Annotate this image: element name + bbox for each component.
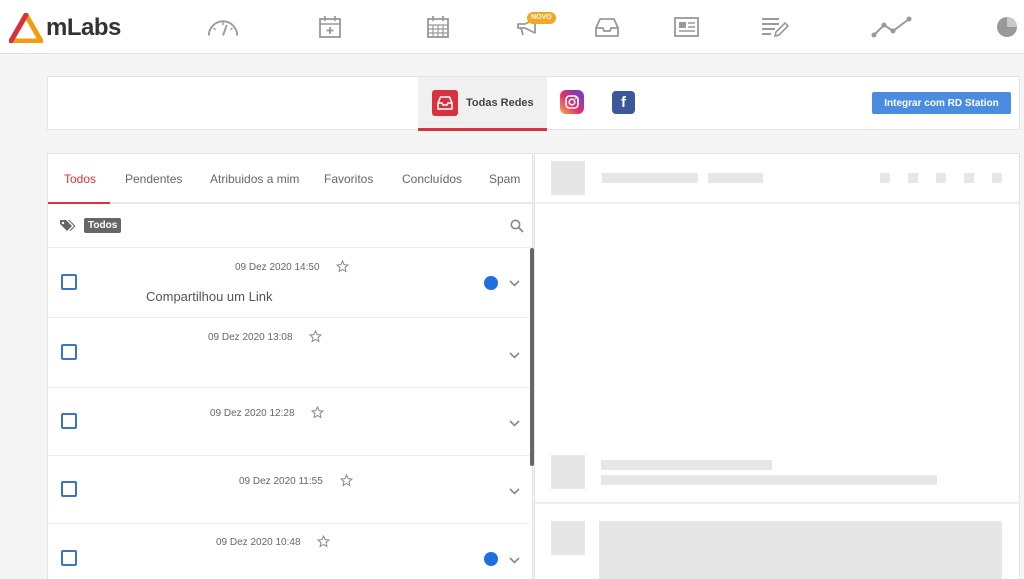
row-timestamp: 09 Dez 2020 13:08 [208,332,293,343]
star-icon[interactable] [311,406,324,419]
unread-indicator [484,276,498,290]
inbox-tabs: Todos Pendentes Atribuidos a mim Favorit… [48,154,534,204]
skeleton-avatar [551,455,585,489]
row-checkbox[interactable] [61,274,77,290]
notes-edit-icon[interactable] [757,12,791,42]
skeleton-action [936,173,946,183]
inbox-list-panel: Todos Pendentes Atribuidos a mim Favorit… [47,153,534,579]
chevron-down-icon[interactable] [509,557,520,564]
skeleton-line [602,173,698,183]
dashboard-gauge-icon[interactable] [206,12,240,42]
novo-badge: NOVO [527,12,556,24]
chevron-down-icon[interactable] [509,352,520,359]
star-icon[interactable] [336,260,349,273]
tab-pendentes[interactable]: Pendentes [125,172,182,186]
skeleton-action [880,173,890,183]
skeleton-line [601,460,772,470]
skeleton-avatar [551,161,585,195]
brand-name: mLabs [46,14,121,41]
all-networks-label: Todas Redes [466,96,534,109]
skeleton-line [601,475,937,485]
row-timestamp: 09 Dez 2020 10:48 [216,537,301,548]
star-icon[interactable] [340,474,353,487]
mlabs-logo-icon [9,13,43,43]
instagram-icon[interactable] [560,90,584,114]
row-checkbox[interactable] [61,481,77,497]
section-divider [535,502,1021,504]
pie-chart-icon[interactable] [990,12,1024,42]
skeleton-action [908,173,918,183]
row-checkbox[interactable] [61,550,77,566]
filter-chip-todos[interactable]: Todos [84,218,122,233]
list-item[interactable]: 09 Dez 2020 11:55 [48,456,530,524]
chevron-down-icon[interactable] [509,420,520,427]
star-icon[interactable] [317,535,330,548]
newspaper-icon[interactable] [669,12,703,42]
tags-icon[interactable] [59,219,77,233]
tab-concluidos[interactable]: Concluídos [402,172,462,186]
skeleton-block [599,521,1002,579]
skeleton-action [992,173,1002,183]
unread-indicator [484,552,498,566]
top-navigation-bar: mLabs NOVO [0,0,1024,54]
tab-spam[interactable]: Spam [489,172,520,186]
list-item[interactable]: 09 Dez 2020 13:08 [48,318,530,388]
inbox-icon [432,89,458,116]
row-timestamp: 09 Dez 2020 12:28 [210,408,295,419]
search-icon[interactable] [510,219,524,233]
row-checkbox[interactable] [61,413,77,429]
network-selector-card: Todas Redes f Integrar com RD Station [47,76,1020,131]
star-icon[interactable] [309,330,322,343]
skeleton-action [964,173,974,183]
row-timestamp: 09 Dez 2020 14:50 [235,262,320,273]
all-networks-tab[interactable]: Todas Redes [418,77,547,131]
calendar-add-icon[interactable] [313,12,347,42]
integrate-rd-station-button[interactable]: Integrar com RD Station [872,92,1011,114]
mlabs-logo[interactable]: mLabs [9,11,121,45]
inbox-icon[interactable] [590,12,624,42]
tab-favoritos[interactable]: Favoritos [324,172,373,186]
list-item[interactable]: 09 Dez 2020 10:48 [48,524,530,579]
list-item[interactable]: 09 Dez 2020 12:28 [48,388,530,456]
line-chart-icon[interactable] [870,12,914,42]
conversation-detail-panel [534,153,1021,579]
skeleton-avatar [551,521,585,555]
tab-atribuidos[interactable]: Atribuidos a mim [210,172,299,186]
message-list: 09 Dez 2020 14:50 Compartilhou um Link 0… [48,248,530,579]
filter-bar: Todos [48,204,534,248]
skeleton-line [708,173,763,183]
facebook-icon[interactable]: f [612,91,635,114]
chevron-down-icon[interactable] [509,488,520,495]
calendar-grid-icon[interactable] [421,12,455,42]
header-divider [535,202,1021,204]
row-timestamp: 09 Dez 2020 11:55 [239,476,323,487]
row-checkbox[interactable] [61,344,77,360]
chevron-down-icon[interactable] [509,280,520,287]
tab-todos[interactable]: Todos [64,172,96,186]
list-item[interactable]: 09 Dez 2020 14:50 Compartilhou um Link [48,248,530,318]
row-message-text: Compartilhou um Link [146,289,273,304]
